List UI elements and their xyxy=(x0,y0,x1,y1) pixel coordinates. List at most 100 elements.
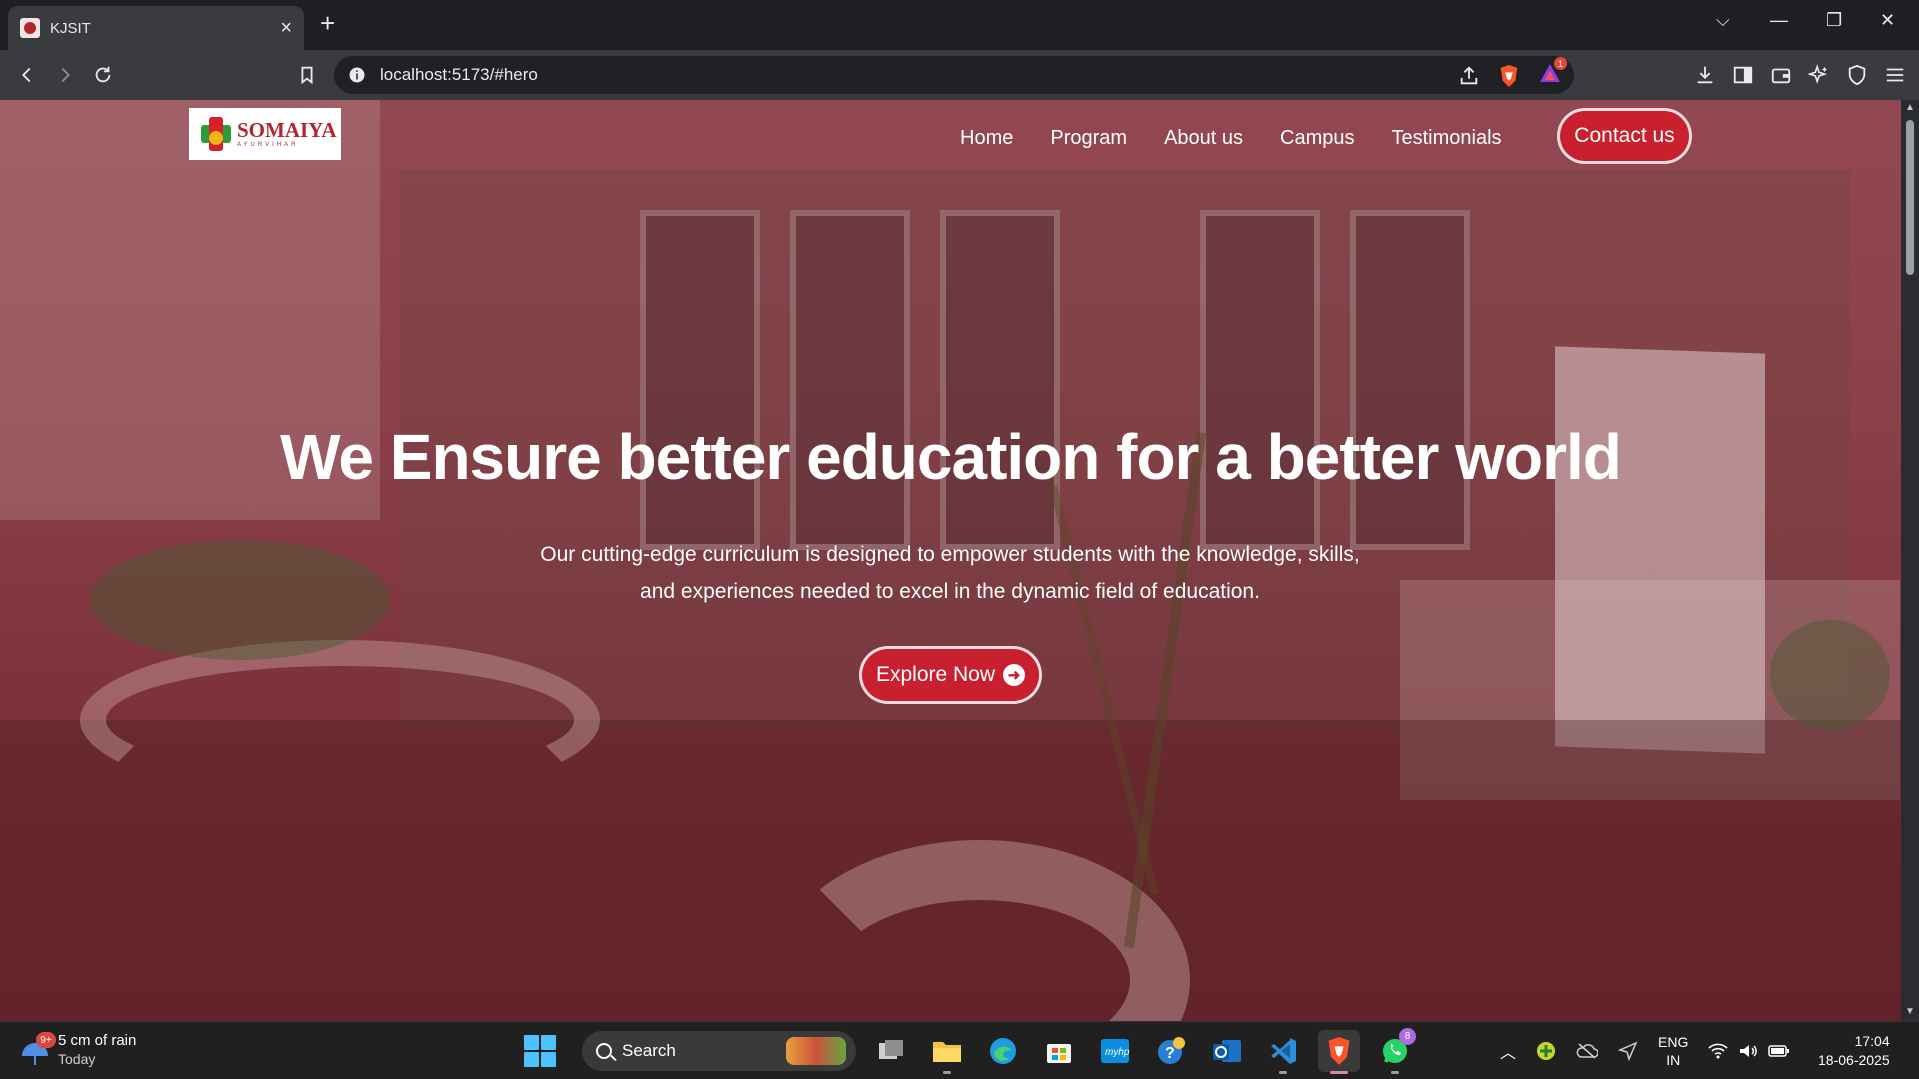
weather-widget[interactable]: 9+ 5 cm of rain Today xyxy=(20,1031,136,1069)
hero-title: We Ensure better education for a better … xyxy=(280,421,1622,493)
site-info-icon[interactable] xyxy=(348,66,366,84)
volume-icon xyxy=(1740,1045,1758,1057)
location-arrow-icon[interactable] xyxy=(1618,1041,1638,1061)
search-icon xyxy=(596,1043,612,1059)
nav-testimonials[interactable]: Testimonials xyxy=(1392,127,1502,150)
windows-taskbar: 9+ 5 cm of rain Today Search myhp ? 8 ︿ … xyxy=(0,1021,1919,1079)
scroll-thumb[interactable] xyxy=(1906,120,1914,275)
sidebar-button[interactable] xyxy=(1730,62,1756,88)
main-nav: Home Program About us Campus Testimonial… xyxy=(960,100,1502,176)
taskbar-search[interactable]: Search xyxy=(582,1031,856,1071)
outlook-icon[interactable] xyxy=(1206,1030,1248,1072)
arrow-right-icon: ➜ xyxy=(1003,664,1026,686)
edge-browser-icon[interactable] xyxy=(982,1030,1024,1072)
forward-button[interactable] xyxy=(52,62,78,88)
sparkle-icon xyxy=(1808,64,1828,85)
bookmark-button[interactable] xyxy=(294,62,320,88)
close-tab-icon[interactable]: × xyxy=(280,18,292,38)
menu-button[interactable] xyxy=(1882,62,1908,88)
background-shrub xyxy=(1770,620,1890,730)
scroll-down-icon[interactable]: ▼ xyxy=(1905,1006,1915,1017)
language-code: ENG xyxy=(1658,1034,1689,1050)
explore-now-button[interactable]: Explore Now ➜ xyxy=(859,646,1042,704)
windows-start-icon[interactable] xyxy=(524,1035,556,1067)
site-logo[interactable]: SOMAIYA AYURVIHAR xyxy=(189,108,341,160)
weather-badge: 9+ xyxy=(36,1032,56,1048)
file-explorer-icon[interactable] xyxy=(926,1030,968,1074)
battery-icon xyxy=(1768,1045,1790,1057)
bookmark-icon xyxy=(301,66,313,85)
browser-toolbar: localhost:5173/#hero 1 xyxy=(0,50,1919,100)
weather-subtext: Today xyxy=(58,1051,96,1067)
wallet-button[interactable] xyxy=(1768,62,1794,88)
taskbar-apps: Search myhp ? 8 xyxy=(524,1028,1416,1074)
weather-text: 5 cm of rain xyxy=(58,1032,137,1049)
restore-button[interactable]: ❐ xyxy=(1826,10,1842,31)
explore-now-label: Explore Now xyxy=(875,663,996,686)
region-code: IN xyxy=(1666,1052,1681,1068)
leo-ai-button[interactable] xyxy=(1806,62,1832,88)
nav-campus[interactable]: Campus xyxy=(1280,127,1354,150)
background-window xyxy=(1200,210,1320,550)
minimize-button[interactable]: — xyxy=(1770,10,1788,31)
umbrella-rain-icon: 9+ xyxy=(20,1032,56,1065)
background-window xyxy=(790,210,910,550)
contact-us-button[interactable]: Contact us xyxy=(1557,108,1692,164)
hamburger-menu-icon xyxy=(1886,68,1904,82)
back-arrow-icon xyxy=(22,67,31,83)
sidebar-icon xyxy=(1733,66,1753,84)
nav-program[interactable]: Program xyxy=(1050,127,1127,150)
nav-home[interactable]: Home xyxy=(960,127,1013,150)
tab-list-chevron-icon[interactable]: ⌵ xyxy=(1716,10,1730,31)
new-tab-button[interactable]: + xyxy=(320,10,335,36)
clock-date: 18-06-2025 xyxy=(1818,1052,1890,1068)
system-tray: ︿ ENG IN xyxy=(1500,1028,1790,1074)
reload-icon xyxy=(95,66,111,83)
close-window-button[interactable]: ✕ xyxy=(1880,10,1895,31)
whatsapp-icon[interactable]: 8 xyxy=(1374,1028,1416,1074)
scroll-up-icon[interactable]: ▲ xyxy=(1905,102,1915,113)
tab-title: KJSIT xyxy=(50,19,91,37)
hero-description: Our cutting-edge curriculum is designed … xyxy=(540,543,1360,603)
brave-shields-icon[interactable] xyxy=(1498,64,1520,88)
quick-settings[interactable] xyxy=(1708,1043,1790,1059)
task-view-icon[interactable] xyxy=(870,1030,912,1072)
forward-arrow-icon xyxy=(61,67,70,83)
brave-rewards-button[interactable]: 1 xyxy=(1538,57,1567,89)
vpn-button[interactable] xyxy=(1844,62,1870,88)
shield-icon xyxy=(1848,64,1866,86)
svg-text:myhp: myhp xyxy=(1105,1047,1130,1058)
clock-time: 17:04 xyxy=(1854,1033,1890,1049)
nav-about-us[interactable]: About us xyxy=(1164,127,1243,150)
myhp-icon[interactable]: myhp xyxy=(1094,1030,1136,1072)
search-label: Search xyxy=(622,1041,676,1060)
browser-tab[interactable]: KJSIT × xyxy=(8,6,304,50)
system-clock[interactable]: 17:04 18-06-2025 xyxy=(1818,1032,1890,1070)
microsoft-store-icon[interactable] xyxy=(1038,1030,1080,1072)
reload-button[interactable] xyxy=(90,62,116,88)
back-button[interactable] xyxy=(14,62,40,88)
show-hidden-icons-chevron-icon[interactable]: ︿ xyxy=(1500,1039,1516,1063)
onedrive-cloud-icon[interactable] xyxy=(1576,1042,1599,1060)
language-indicator[interactable]: ENG IN xyxy=(1658,1033,1688,1069)
url-text: localhost:5173/#hero xyxy=(380,65,538,84)
somaiya-logo-icon xyxy=(199,117,233,151)
wifi-icon xyxy=(1708,1043,1728,1059)
tray-app-icon[interactable] xyxy=(1536,1041,1556,1061)
background-bench-curve xyxy=(80,640,600,800)
downloads-button[interactable] xyxy=(1692,62,1718,88)
background-banner xyxy=(1555,346,1765,754)
background-window xyxy=(1350,210,1470,550)
download-icon xyxy=(1697,66,1713,84)
page-scrollbar[interactable]: ▲ ▼ xyxy=(1901,100,1919,1021)
brave-browser-icon[interactable] xyxy=(1318,1030,1360,1074)
vscode-icon[interactable] xyxy=(1262,1030,1304,1074)
address-bar[interactable]: localhost:5173/#hero 1 xyxy=(334,56,1574,94)
get-help-icon[interactable]: ? xyxy=(1150,1030,1192,1072)
share-icon[interactable] xyxy=(1458,65,1480,87)
wallet-icon xyxy=(1771,68,1791,84)
background-window xyxy=(940,210,1060,550)
search-highlight-image xyxy=(786,1037,846,1065)
logo-name: SOMAIYA xyxy=(237,118,337,142)
rewards-badge: 1 xyxy=(1554,57,1567,70)
